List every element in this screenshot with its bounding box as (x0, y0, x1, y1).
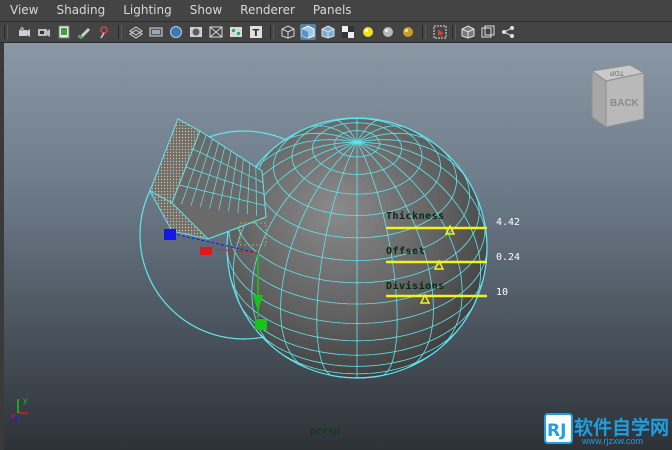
viewcube-top-label: TOP (609, 69, 624, 76)
camera-name-label: persp (310, 426, 341, 437)
grid-icon[interactable] (128, 24, 144, 40)
2d-pan-zoom-icon[interactable] (96, 24, 112, 40)
viewcube-front-label: BACK (610, 98, 640, 109)
menu-shading[interactable]: Shading (47, 0, 114, 21)
hud-label-offset: Offset (386, 246, 426, 257)
hud-label-divisions: Divisions (386, 281, 445, 292)
hud-label-thickness: Thickness (386, 211, 445, 222)
textured-icon[interactable] (340, 24, 356, 40)
extruded-faces[interactable] (148, 118, 267, 240)
maya-window: View Shading Lighting Show Renderer Pane… (0, 0, 672, 450)
menu-renderer[interactable]: Renderer (231, 0, 304, 21)
hud-value-thickness: 4.42 (496, 217, 521, 228)
toolbar-separator (270, 25, 274, 39)
resolution-gate-icon[interactable] (168, 24, 184, 40)
shadows-icon[interactable] (380, 24, 396, 40)
image-plane-icon[interactable] (56, 24, 72, 40)
menu-view[interactable]: View (0, 0, 47, 21)
select-camera-icon[interactable] (16, 24, 32, 40)
use-all-lights-icon[interactable] (360, 24, 376, 40)
axis-y-label: y (23, 396, 28, 405)
menu-lighting[interactable]: Lighting (114, 0, 181, 21)
ambient-occlusion-icon[interactable] (400, 24, 416, 40)
axis-z-label: z (14, 414, 18, 423)
wireframe-on-shaded-icon[interactable] (320, 24, 336, 40)
panel-menu-bar: View Shading Lighting Show Renderer Pane… (0, 0, 672, 22)
polygon-sphere[interactable] (226, 117, 488, 379)
film-gate-icon[interactable] (148, 24, 164, 40)
field-chart-icon[interactable] (208, 24, 224, 40)
watermark-url: www.rjzxw.com (582, 436, 644, 446)
toolbar-separator (422, 25, 426, 39)
camera-attributes-icon[interactable] (36, 24, 52, 40)
toolbar-separator (452, 25, 456, 39)
smooth-shade-icon[interactable] (300, 24, 316, 40)
safe-action-icon[interactable] (228, 24, 244, 40)
hud-value-divisions: 10 (496, 287, 509, 298)
panel-toolbar: T (0, 22, 672, 43)
gate-mask-icon[interactable] (188, 24, 204, 40)
3d-viewport[interactable]: x y z Thickness 4.42 Offset 0.24 Divisio… (4, 43, 672, 450)
viewcube-side-face[interactable] (591, 70, 607, 128)
bookmark-icon[interactable] (76, 24, 92, 40)
wireframe-icon[interactable] (280, 24, 296, 40)
toolbar-separator (4, 25, 8, 39)
toolbar-separator (118, 25, 122, 39)
hud-value-offset: 0.24 (496, 252, 521, 263)
xray-joints-icon[interactable] (500, 24, 516, 40)
xray-active-components-icon[interactable] (480, 24, 496, 40)
scene-canvas[interactable]: x y z (4, 43, 672, 450)
menu-panels[interactable]: Panels (304, 0, 361, 21)
svg-text:T: T (253, 28, 260, 39)
watermark-glyph: RJ (547, 421, 566, 441)
viewcube[interactable]: TOP BACK (586, 63, 650, 135)
isolate-select-icon[interactable] (432, 24, 448, 40)
watermark: RJ 软件自学网 www.rjzxw.com (544, 413, 672, 447)
menu-show[interactable]: Show (181, 0, 231, 21)
axis-indicator: x y z (11, 396, 28, 423)
safe-title-icon[interactable]: T (248, 24, 264, 40)
watermark-logo: RJ (544, 413, 573, 444)
xray-icon[interactable] (460, 24, 476, 40)
